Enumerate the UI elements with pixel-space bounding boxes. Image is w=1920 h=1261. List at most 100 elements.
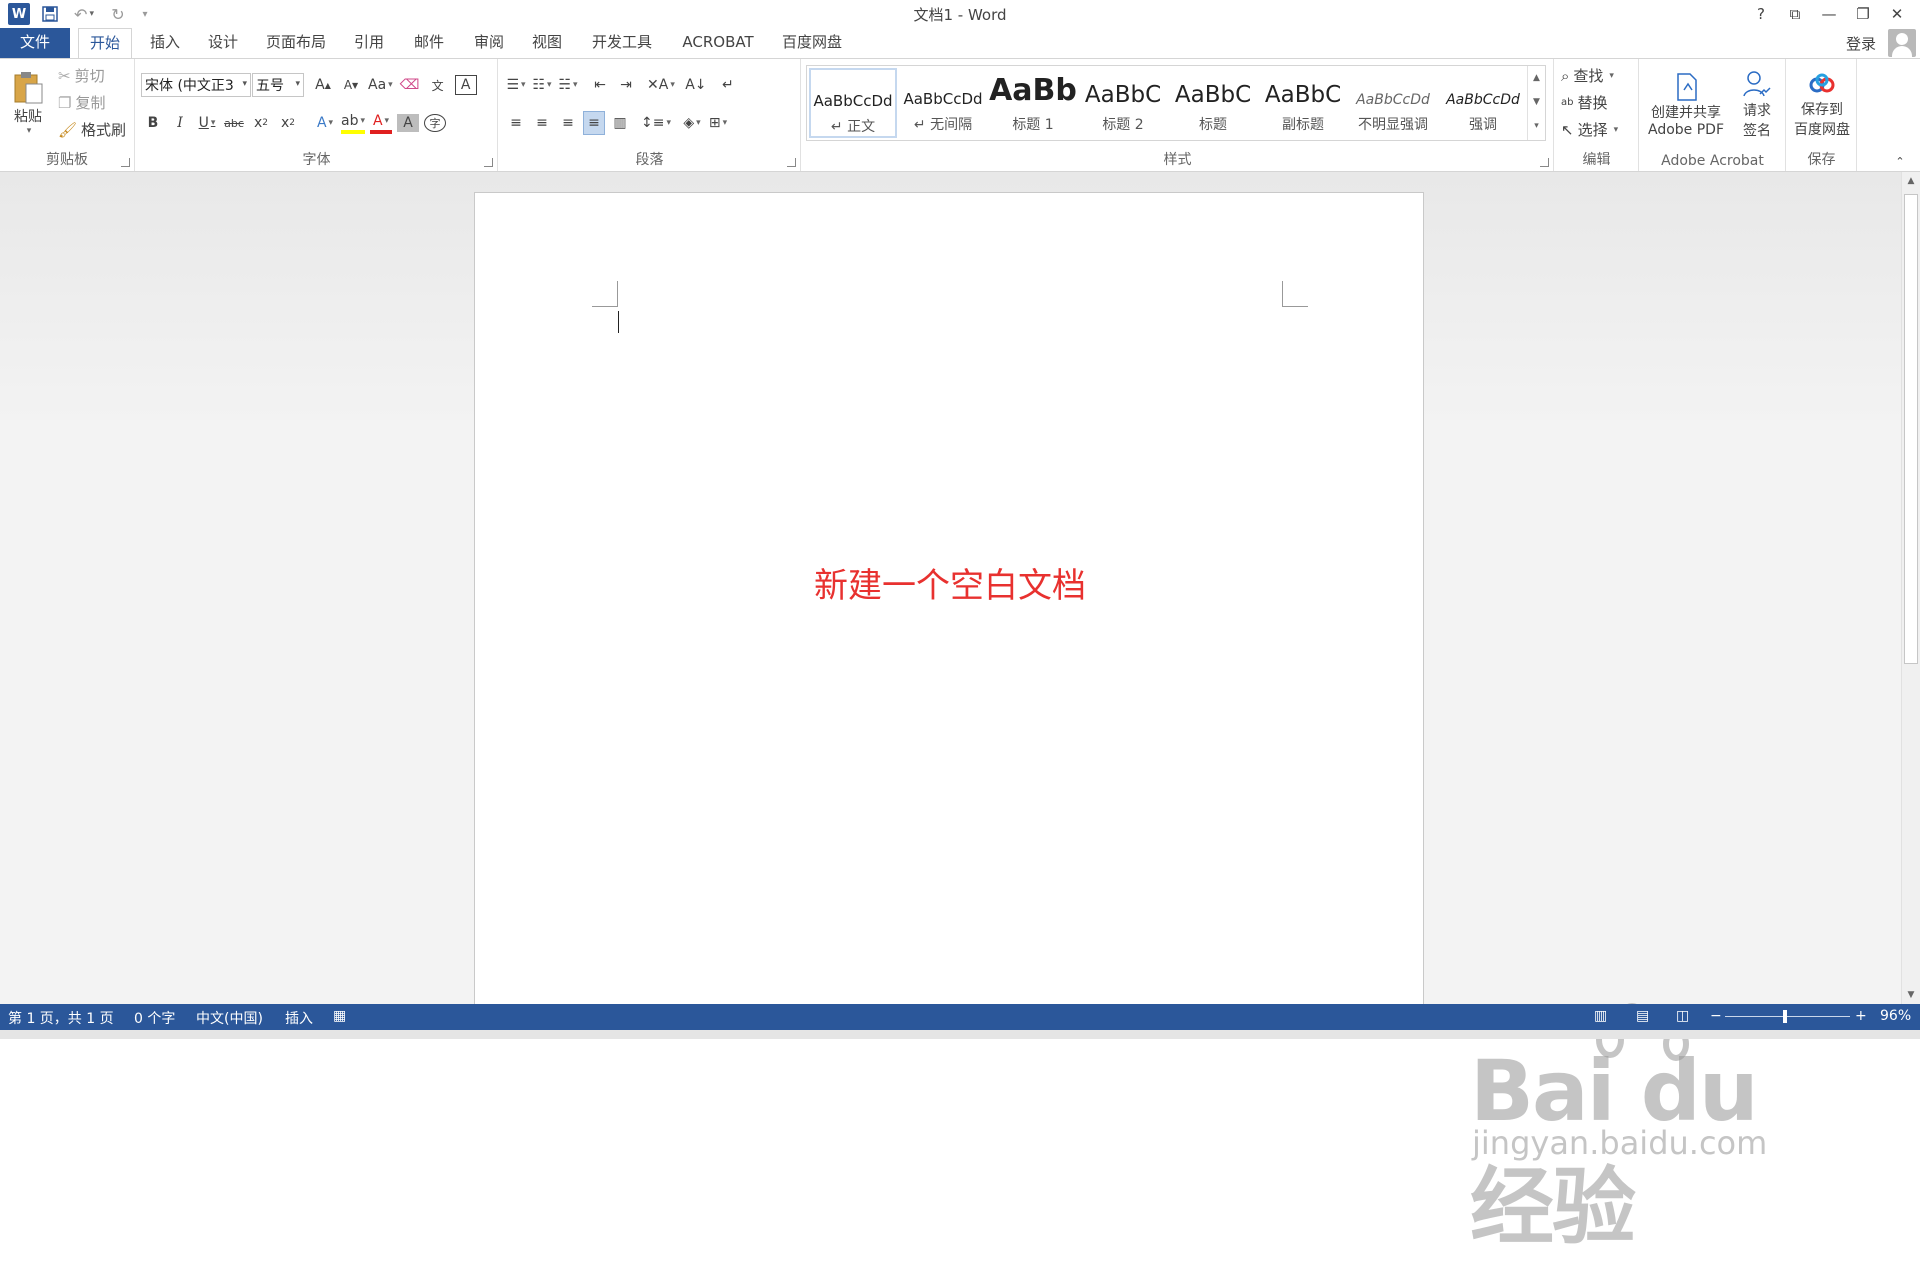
format-painter-button[interactable]: 🖌 格式刷 (58, 119, 126, 140)
help-button[interactable]: ? (1744, 2, 1778, 26)
tab-developer[interactable]: 开发工具 (580, 28, 664, 58)
text-effects-icon[interactable]: A ▾ (314, 111, 336, 135)
change-case-button[interactable]: Aa ▾ (368, 73, 393, 97)
highlight-color-icon[interactable]: ab ▾ (341, 112, 365, 134)
document-page[interactable]: 新建一个空白文档 (474, 192, 1424, 1012)
enclose-characters-icon[interactable]: 字 (424, 114, 446, 132)
gallery-up-icon[interactable]: ▲ (1528, 66, 1545, 90)
bold-icon[interactable]: B (142, 111, 164, 135)
tab-home[interactable]: 开始 (78, 28, 132, 59)
language-indicator[interactable]: 中文(中国) (196, 1008, 263, 1028)
font-dialog-launcher[interactable] (484, 158, 493, 167)
redo-icon[interactable]: ↻ (104, 3, 132, 25)
line-spacing-icon[interactable]: ↕≡ ▾ (641, 111, 671, 135)
style-heading-1[interactable]: AaBb 标题 1 (989, 68, 1077, 138)
minimize-button[interactable]: — (1812, 2, 1846, 26)
undo-icon[interactable]: ↶ ▾ (70, 3, 98, 25)
increase-indent-icon[interactable]: ⇥ (615, 73, 637, 97)
font-color-icon[interactable]: A ▾ (370, 112, 392, 134)
macro-record-icon[interactable]: ▦ (333, 1008, 346, 1024)
style-emphasis[interactable]: AaBbCcDd 强调 (1439, 68, 1527, 138)
grow-font-button[interactable]: A ▲ (312, 73, 334, 97)
clear-formatting-icon[interactable]: ⌫ (399, 73, 421, 97)
font-name-select[interactable]: 宋体 (中文正3 ▾ (141, 73, 251, 97)
select-button[interactable]: ↖ 选择 ▾ (1561, 119, 1618, 140)
find-button[interactable]: ⌕ 查找 ▾ (1561, 65, 1614, 86)
strikethrough-icon[interactable]: abc (223, 111, 245, 135)
close-button[interactable]: ✕ (1880, 2, 1914, 26)
underline-icon[interactable]: U ▾ (196, 111, 218, 135)
sort-icon[interactable]: A↓ (685, 73, 707, 97)
save-icon[interactable] (36, 3, 64, 25)
tab-review[interactable]: 审阅 (464, 28, 514, 58)
tab-mailings[interactable]: 邮件 (404, 28, 454, 58)
customize-qat-icon[interactable]: ▾ (138, 3, 152, 25)
tab-insert[interactable]: 插入 (140, 28, 190, 58)
bullets-icon[interactable]: ☰ ▾ (505, 73, 527, 97)
scroll-thumb[interactable] (1904, 194, 1918, 664)
italic-icon[interactable]: I (169, 111, 191, 135)
justify-icon[interactable]: ≡ (583, 111, 605, 135)
tab-page-layout[interactable]: 页面布局 (256, 28, 336, 58)
paragraph-dialog-launcher[interactable] (787, 158, 796, 167)
zoom-slider-thumb[interactable] (1783, 1010, 1787, 1023)
style-no-spacing[interactable]: AaBbCcDd ↵ 无间隔 (899, 68, 987, 138)
zoom-in-icon[interactable]: + (1855, 1008, 1867, 1024)
page-count[interactable]: 第 1 页，共 1 页 (8, 1008, 114, 1028)
font-size-select[interactable]: 五号 ▾ (252, 73, 304, 97)
numbering-icon[interactable]: ☷ ▾ (531, 73, 553, 97)
tab-baidu-netdisk[interactable]: 百度网盘 (772, 28, 852, 58)
zoom-level[interactable]: 96% (1880, 1008, 1911, 1024)
sign-in-link[interactable]: 登录 (1846, 33, 1876, 54)
ribbon-display-options-button[interactable]: ⧉ (1778, 2, 1812, 26)
avatar[interactable] (1888, 29, 1916, 57)
borders-icon[interactable]: ⊞ ▾ (707, 111, 729, 135)
paste-button[interactable]: 粘贴 ▾ (6, 65, 50, 141)
style-subtitle[interactable]: AaBbC 副标题 (1259, 68, 1347, 138)
replace-button[interactable]: ab 替换 (1561, 92, 1608, 113)
zoom-out-icon[interactable]: − (1710, 1008, 1722, 1024)
request-signature-button[interactable]: 请求 签名 (1732, 65, 1782, 145)
print-layout-icon[interactable]: ▤ (1636, 1008, 1649, 1024)
collapse-ribbon-icon[interactable]: ⌃ (1892, 153, 1908, 169)
show-marks-icon[interactable]: ↵ (717, 73, 739, 97)
character-shading-icon[interactable]: A (397, 114, 419, 132)
shading-icon[interactable]: ◈ ▾ (681, 111, 703, 135)
align-right-icon[interactable]: ≡ (557, 111, 579, 135)
shrink-font-button[interactable]: A ▼ (340, 73, 362, 97)
style-normal[interactable]: AaBbCcDd ↵ 正文 (809, 68, 897, 138)
distributed-icon[interactable]: ▥ (609, 111, 631, 135)
clipboard-dialog-launcher[interactable] (121, 158, 130, 167)
subscript-icon[interactable]: x2 (250, 111, 272, 135)
tab-file[interactable]: 文件 (0, 28, 70, 58)
tab-design[interactable]: 设计 (198, 28, 248, 58)
style-subtle-emphasis[interactable]: AaBbCcDd 不明显强调 (1349, 68, 1437, 138)
scroll-up-icon[interactable]: ▲ (1902, 172, 1920, 190)
align-left-icon[interactable]: ≡ (505, 111, 527, 135)
decrease-indent-icon[interactable]: ⇤ (589, 73, 611, 97)
align-center-icon[interactable]: ≡ (531, 111, 553, 135)
style-title[interactable]: AaBbC 标题 (1169, 68, 1257, 138)
tab-acrobat[interactable]: ACROBAT (672, 28, 764, 58)
vertical-scrollbar[interactable]: ▲ ▼ (1901, 172, 1920, 1004)
gallery-down-icon[interactable]: ▼ (1528, 90, 1545, 114)
insert-mode-indicator[interactable]: 插入 (285, 1008, 313, 1028)
style-heading-2[interactable]: AaBbC 标题 2 (1079, 68, 1167, 138)
web-layout-icon[interactable]: ◫ (1676, 1008, 1689, 1024)
superscript-icon[interactable]: x2 (277, 111, 299, 135)
chinese-layout-icon[interactable]: ✕A ▾ (647, 73, 675, 97)
word-logo-icon[interactable]: W (8, 3, 30, 25)
styles-dialog-launcher[interactable] (1540, 158, 1549, 167)
cut-button[interactable]: ✂ 剪切 (58, 65, 105, 86)
read-mode-icon[interactable]: ▥ (1594, 1008, 1607, 1024)
copy-button[interactable]: ❐ 复制 (58, 92, 105, 113)
restore-button[interactable]: ❐ (1846, 2, 1880, 26)
multilevel-list-icon[interactable]: ☵ ▾ (557, 73, 579, 97)
tab-view[interactable]: 视图 (522, 28, 572, 58)
phonetic-guide-icon[interactable]: 文 (427, 73, 449, 97)
create-share-pdf-button[interactable]: 创建并共享 Adobe PDF (1644, 65, 1728, 145)
gallery-more-icon[interactable]: ▾ (1528, 114, 1545, 138)
word-count[interactable]: 0 个字 (134, 1008, 175, 1028)
zoom-slider[interactable] (1725, 1016, 1850, 1017)
tab-references[interactable]: 引用 (344, 28, 394, 58)
